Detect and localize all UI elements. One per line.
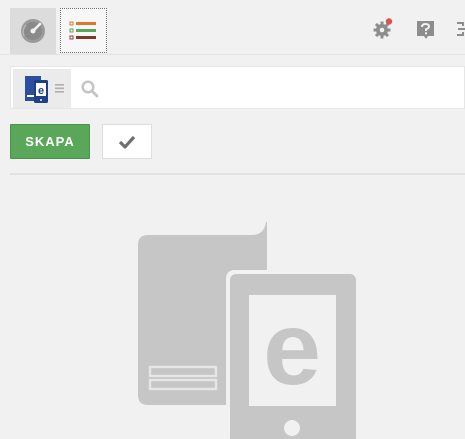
- content-divider: [10, 173, 465, 175]
- svg-text:e: e: [38, 85, 44, 97]
- dashboard-button[interactable]: [10, 8, 56, 54]
- checkmark-icon: [118, 135, 136, 149]
- settings-button[interactable]: [372, 18, 394, 45]
- confirm-button[interactable]: [102, 124, 152, 159]
- gear-icon: [373, 18, 393, 39]
- exit-button[interactable]: [455, 18, 465, 45]
- notification-dot: [385, 18, 393, 25]
- colored-list-icon: [69, 21, 96, 40]
- empty-state-letter: e: [263, 291, 321, 407]
- top-toolbar: [0, 0, 465, 54]
- speedometer-icon: [21, 19, 45, 43]
- ebook-illustration: e: [138, 222, 360, 439]
- create-button[interactable]: SKAPA: [10, 124, 90, 159]
- search-bar[interactable]: e: [10, 66, 465, 109]
- hamburger-icon[interactable]: [55, 84, 65, 93]
- question-icon: [417, 21, 434, 39]
- list-view-button[interactable]: [60, 8, 107, 53]
- help-button[interactable]: [416, 18, 436, 45]
- toolbar-divider: [0, 54, 465, 55]
- search-icon: [81, 80, 99, 98]
- create-button-label: SKAPA: [25, 134, 75, 149]
- exit-icon: [457, 22, 465, 36]
- search-input[interactable]: [106, 73, 460, 105]
